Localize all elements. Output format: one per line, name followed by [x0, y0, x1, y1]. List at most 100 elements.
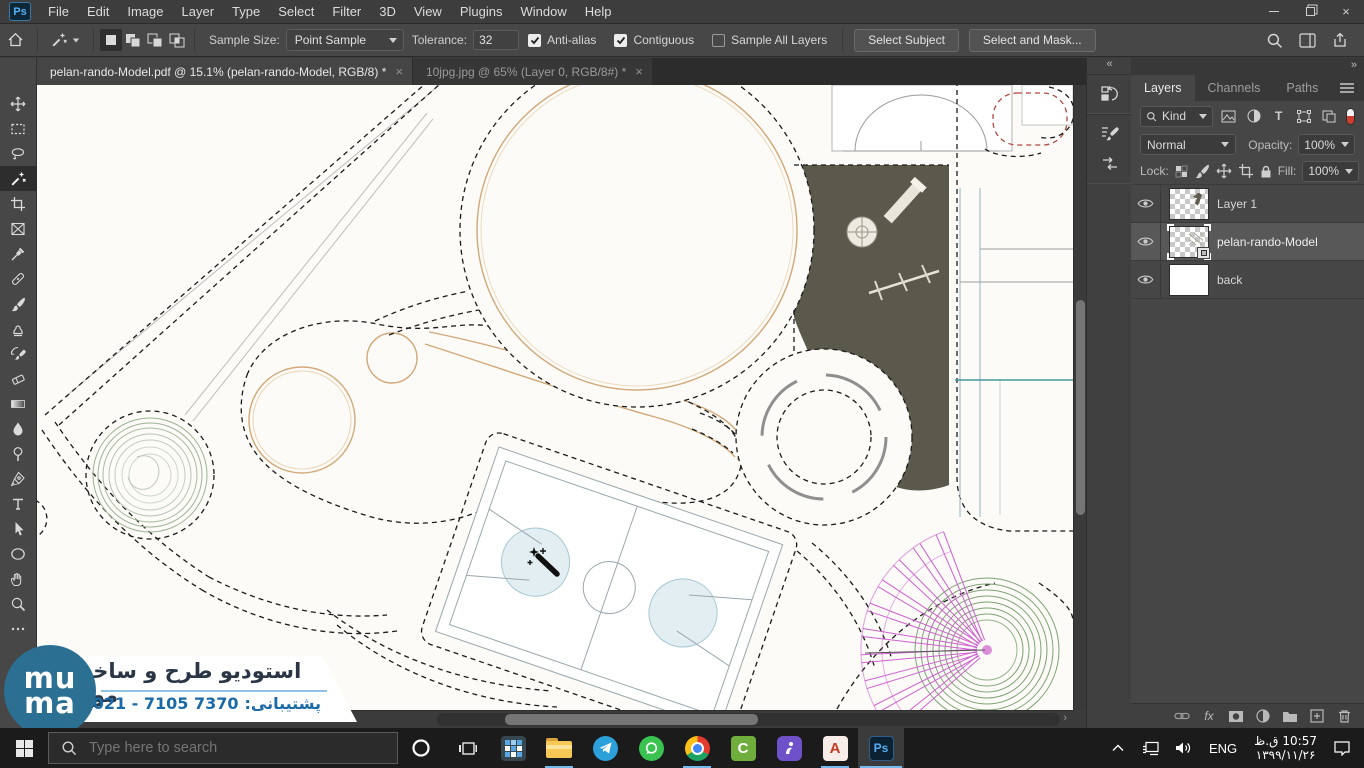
lock-position-icon[interactable]	[1216, 162, 1232, 181]
intersect-selection-mode[interactable]	[166, 29, 188, 51]
lock-transparency-icon[interactable]	[1175, 162, 1188, 181]
sample-size-select[interactable]: Point Sample	[286, 29, 404, 51]
new-selection-mode[interactable]	[100, 29, 122, 51]
brush-settings-panel-icon[interactable]	[1087, 119, 1132, 149]
canvas-document[interactable]: .ants{stroke:#1b1b1b;stroke-dasharray:5 …	[37, 85, 1073, 710]
eraser-tool[interactable]	[0, 366, 37, 391]
vertical-scrollbar[interactable]	[1073, 85, 1086, 710]
tab-layers[interactable]: Layers	[1131, 75, 1195, 101]
blur-tool[interactable]	[0, 416, 37, 441]
lock-artboard-icon[interactable]	[1238, 162, 1254, 181]
sample-all-layers-checkbox[interactable]: Sample All Layers	[712, 33, 827, 47]
tab-paths[interactable]: Paths	[1273, 75, 1331, 101]
autocad-icon[interactable]: A	[812, 728, 858, 768]
menu-item[interactable]: Select	[269, 0, 323, 24]
close-tab-icon[interactable]: ×	[635, 64, 643, 79]
eyedropper-tool[interactable]	[0, 241, 37, 266]
healing-brush-tool[interactable]	[0, 266, 37, 291]
vertical-scrollbar-thumb[interactable]	[1076, 300, 1085, 515]
layer-thumbnail[interactable]	[1169, 264, 1209, 296]
layer-filter-select[interactable]: Kind	[1140, 106, 1213, 127]
search-icon[interactable]	[1266, 32, 1283, 49]
menu-item[interactable]: View	[405, 0, 451, 24]
visibility-toggle[interactable]	[1131, 261, 1161, 298]
subtract-from-selection-mode[interactable]	[144, 29, 166, 51]
document-tab-inactive[interactable]: 10jpg.jpg @ 65% (Layer 0, RGB/8#) * ×	[412, 58, 652, 85]
contiguous-checkbox[interactable]: Contiguous	[614, 33, 694, 47]
calculator-app-icon[interactable]	[490, 728, 536, 768]
new-layer-icon[interactable]	[1307, 707, 1327, 725]
language-indicator[interactable]: ENG	[1202, 741, 1244, 756]
horizontal-scrollbar-thumb[interactable]	[505, 714, 758, 725]
add-to-selection-mode[interactable]	[122, 29, 144, 51]
search-input[interactable]	[87, 739, 347, 757]
filter-smart-object-icon[interactable]	[1319, 106, 1338, 126]
crop-tool[interactable]	[0, 191, 37, 216]
filter-type-icon[interactable]: T	[1269, 106, 1288, 126]
file-explorer-icon[interactable]	[536, 728, 582, 768]
menu-item[interactable]: File	[39, 0, 78, 24]
chrome-icon[interactable]	[674, 728, 720, 768]
magic-wand-tool[interactable]	[0, 166, 37, 191]
start-button[interactable]	[0, 728, 48, 768]
panel-collapse-icon[interactable]: »	[1351, 59, 1356, 71]
fill-value-box[interactable]: 100%	[1302, 161, 1359, 182]
whatsapp-icon[interactable]	[628, 728, 674, 768]
menu-item[interactable]: Image	[118, 0, 172, 24]
cortana-button[interactable]	[398, 728, 444, 768]
panel-menu-icon[interactable]	[1339, 75, 1364, 101]
delete-layer-icon[interactable]	[1334, 707, 1354, 725]
clone-stamp-tool[interactable]	[0, 316, 37, 341]
menu-item[interactable]: Type	[223, 0, 269, 24]
frame-tool[interactable]	[0, 216, 37, 241]
taskbar-search[interactable]	[48, 732, 398, 764]
gradient-tool[interactable]	[0, 391, 37, 416]
menu-item[interactable]: Window	[511, 0, 575, 24]
shape-tool[interactable]	[0, 541, 37, 566]
add-mask-icon[interactable]	[1226, 707, 1246, 725]
adjustment-layer-icon[interactable]	[1253, 707, 1273, 725]
menu-item[interactable]: Layer	[173, 0, 224, 24]
menu-item[interactable]: Help	[576, 0, 621, 24]
minimize-button[interactable]	[1256, 0, 1292, 23]
action-center-icon[interactable]	[1327, 728, 1356, 768]
layer-row[interactable]: Layer 1	[1131, 185, 1364, 223]
restore-button[interactable]	[1292, 0, 1328, 23]
tab-channels[interactable]: Channels	[1195, 75, 1274, 101]
menu-item[interactable]: Edit	[78, 0, 118, 24]
lasso-tool[interactable]	[0, 141, 37, 166]
new-group-icon[interactable]	[1280, 707, 1300, 725]
dodge-tool[interactable]	[0, 441, 37, 466]
menu-item[interactable]: Filter	[323, 0, 370, 24]
lock-all-icon[interactable]	[1260, 162, 1272, 181]
scroll-right-icon[interactable]: ›	[1063, 712, 1067, 724]
visibility-toggle[interactable]	[1131, 185, 1161, 222]
dock-collapse-icon[interactable]: «	[1087, 58, 1131, 74]
layer-style-icon[interactable]: fx	[1199, 707, 1219, 725]
tray-expand-icon[interactable]	[1103, 728, 1132, 768]
camtasia-icon[interactable]: C	[720, 728, 766, 768]
path-select-tool[interactable]	[0, 516, 37, 541]
filter-adjustment-icon[interactable]	[1244, 106, 1263, 126]
menu-item[interactable]: 3D	[370, 0, 405, 24]
opacity-value-box[interactable]: 100%	[1298, 134, 1355, 155]
menu-item[interactable]: Plugins	[451, 0, 512, 24]
move-tool[interactable]	[0, 91, 37, 116]
close-tab-icon[interactable]: ×	[395, 64, 403, 79]
task-view-button[interactable]	[444, 728, 490, 768]
type-tool[interactable]	[0, 491, 37, 516]
home-icon[interactable]	[0, 32, 31, 48]
volume-icon[interactable]	[1169, 728, 1198, 768]
brush-tool[interactable]	[0, 291, 37, 316]
history-brush-tool[interactable]	[0, 341, 37, 366]
layer-thumbnail[interactable]	[1169, 188, 1209, 220]
link-layers-icon[interactable]	[1172, 707, 1192, 725]
marquee-tool[interactable]	[0, 116, 37, 141]
history-panel-icon[interactable]	[1087, 79, 1132, 109]
blend-mode-select[interactable]: Normal	[1140, 134, 1236, 155]
lock-pixels-icon[interactable]	[1194, 162, 1210, 181]
more-tools[interactable]	[0, 616, 37, 641]
document-tab-active[interactable]: pelan-rando-Model.pdf @ 15.1% (pelan-ran…	[37, 58, 412, 85]
filter-shape-icon[interactable]	[1294, 106, 1313, 126]
pen-tool[interactable]	[0, 466, 37, 491]
